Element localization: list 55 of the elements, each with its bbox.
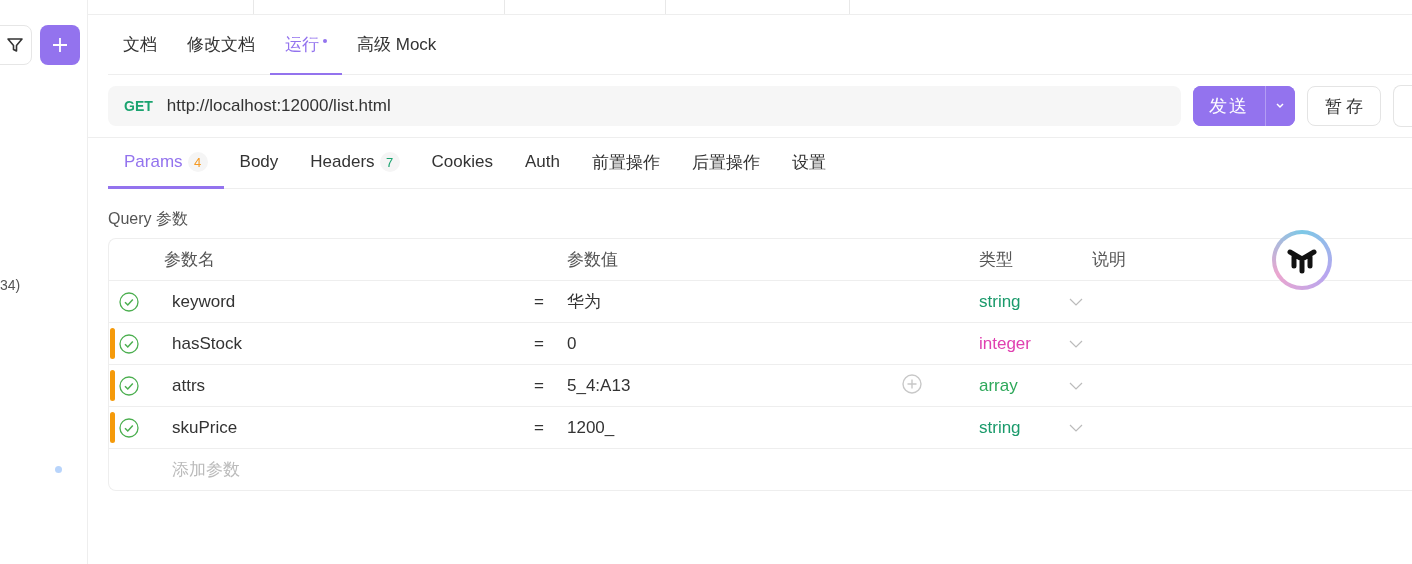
param-name[interactable]: skuPrice xyxy=(164,417,534,438)
request-tab[interactable]: Auth xyxy=(509,138,576,189)
add-button[interactable] xyxy=(40,25,80,65)
url-field[interactable]: GET http://localhost:12000/list.html xyxy=(108,86,1181,126)
doc-tab[interactable]: 高级 Mock xyxy=(342,15,452,75)
equals-sign: = xyxy=(534,417,545,438)
caret-icon xyxy=(1276,103,1285,109)
request-tab[interactable]: Headers 7 xyxy=(294,138,416,189)
doc-tab[interactable]: 文档 xyxy=(108,15,172,75)
status-dot xyxy=(55,466,62,473)
filter-button[interactable] xyxy=(0,25,32,65)
check-circle-icon[interactable] xyxy=(119,291,139,312)
request-tab[interactable]: Params 4 xyxy=(108,138,224,189)
count-badge: 7 xyxy=(379,152,400,172)
chevron-icon[interactable] xyxy=(1069,297,1083,306)
equals-sign: = xyxy=(534,291,545,312)
request-tab[interactable]: Cookies xyxy=(415,138,509,189)
equals-sign: = xyxy=(534,333,545,354)
check-circle-icon[interactable] xyxy=(119,417,139,438)
equals-sign: = xyxy=(534,375,545,396)
type-select[interactable]: string xyxy=(979,291,1069,312)
chevron-icon[interactable] xyxy=(1069,381,1083,390)
filter-icon xyxy=(6,36,24,54)
send-options-button[interactable] xyxy=(1264,86,1296,126)
column-header: 说明 xyxy=(1092,249,1127,271)
chevron-icon[interactable] xyxy=(1069,339,1083,348)
check-circle-icon[interactable] xyxy=(119,333,139,354)
check-circle-icon[interactable] xyxy=(119,375,139,396)
param-value[interactable]: 0 xyxy=(567,333,912,354)
request-tab[interactable]: Body xyxy=(223,138,295,189)
type-select[interactable]: integer xyxy=(979,333,1069,354)
count-badge: 4 xyxy=(187,152,208,172)
doc-tab[interactable]: 运行 xyxy=(270,15,342,75)
request-tab[interactable]: 前置操作 xyxy=(576,138,676,189)
type-select[interactable]: string xyxy=(979,417,1069,438)
param-value[interactable]: 5_4:A13 xyxy=(567,375,912,396)
param-name[interactable]: attrs xyxy=(164,375,534,396)
column-header: 参数值 xyxy=(567,249,619,271)
logo-icon[interactable] xyxy=(1272,230,1332,290)
sidebar-text: 34) xyxy=(0,277,22,293)
chevron-icon[interactable] xyxy=(1069,423,1083,432)
param-name[interactable]: hasStock xyxy=(164,333,534,354)
param-name[interactable]: keyword xyxy=(164,291,534,312)
request-tab[interactable]: 设置 xyxy=(776,138,842,189)
column-header: 类型 xyxy=(979,249,1014,271)
param-value[interactable]: 华为 xyxy=(567,290,912,313)
section-title: Query 参数 xyxy=(108,209,189,229)
add-circle-icon[interactable] xyxy=(902,373,922,394)
method-label: GET xyxy=(124,98,153,114)
save-button[interactable]: 暂 存 xyxy=(1307,86,1381,126)
plus-icon xyxy=(52,37,68,53)
request-tab[interactable]: 后置操作 xyxy=(676,138,776,189)
column-header: 参数名 xyxy=(164,249,216,271)
param-value[interactable]: 1200_ xyxy=(567,417,912,438)
doc-tab[interactable]: 修改文档 xyxy=(172,15,270,75)
